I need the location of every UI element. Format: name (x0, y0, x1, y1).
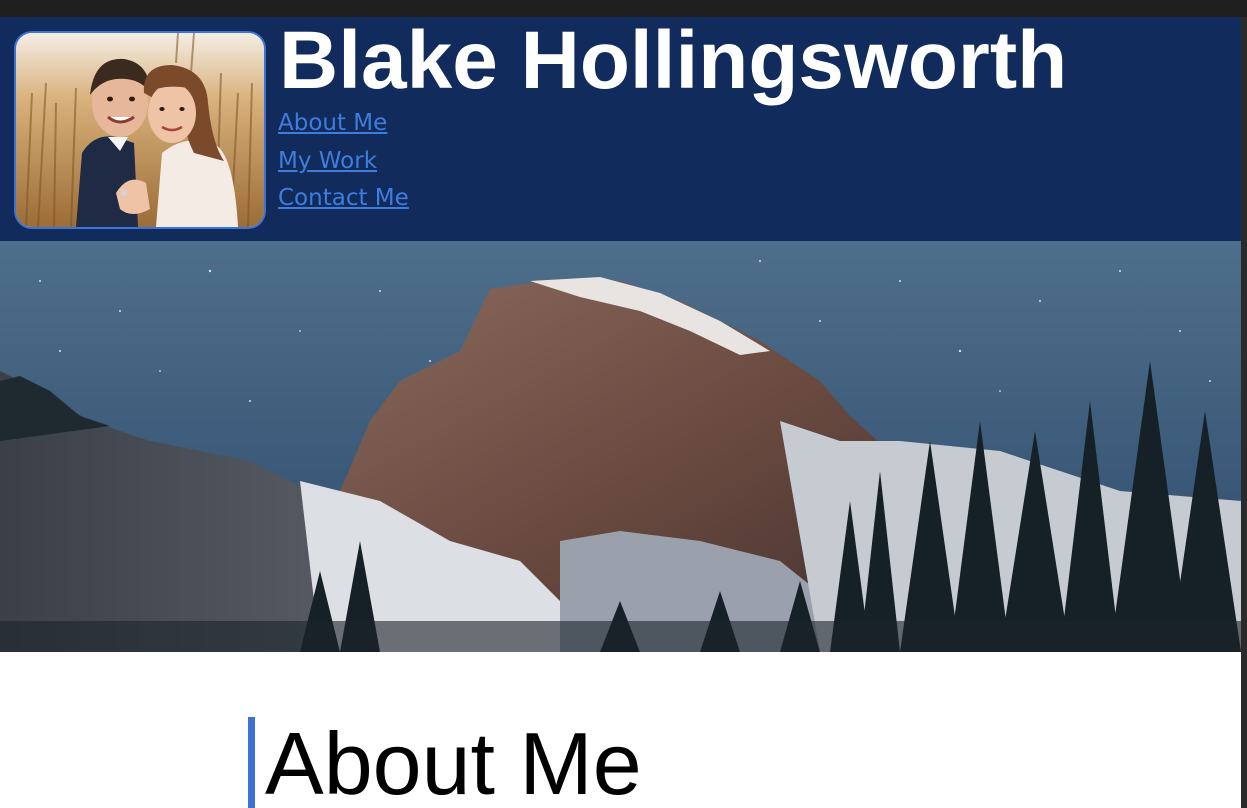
scrollbar-gutter[interactable] (1241, 17, 1247, 808)
profile-photo (14, 31, 266, 229)
page: Blake Hollingsworth About Me My Work Con… (0, 17, 1241, 808)
main-nav: About Me My Work Contact Me (278, 105, 409, 218)
hero-image (0, 241, 1241, 652)
nav-link-about-me[interactable]: About Me (278, 105, 409, 143)
browser-top-strip (0, 0, 1247, 17)
nav-link-contact-me[interactable]: Contact Me (278, 180, 409, 218)
about-heading-accent-bar (248, 717, 255, 808)
nav-link-my-work[interactable]: My Work (278, 143, 409, 181)
about-section: About Me (0, 652, 1241, 808)
about-heading: About Me (265, 714, 642, 808)
site-title: Blake Hollingsworth (279, 17, 1068, 106)
site-header: Blake Hollingsworth About Me My Work Con… (0, 17, 1241, 241)
